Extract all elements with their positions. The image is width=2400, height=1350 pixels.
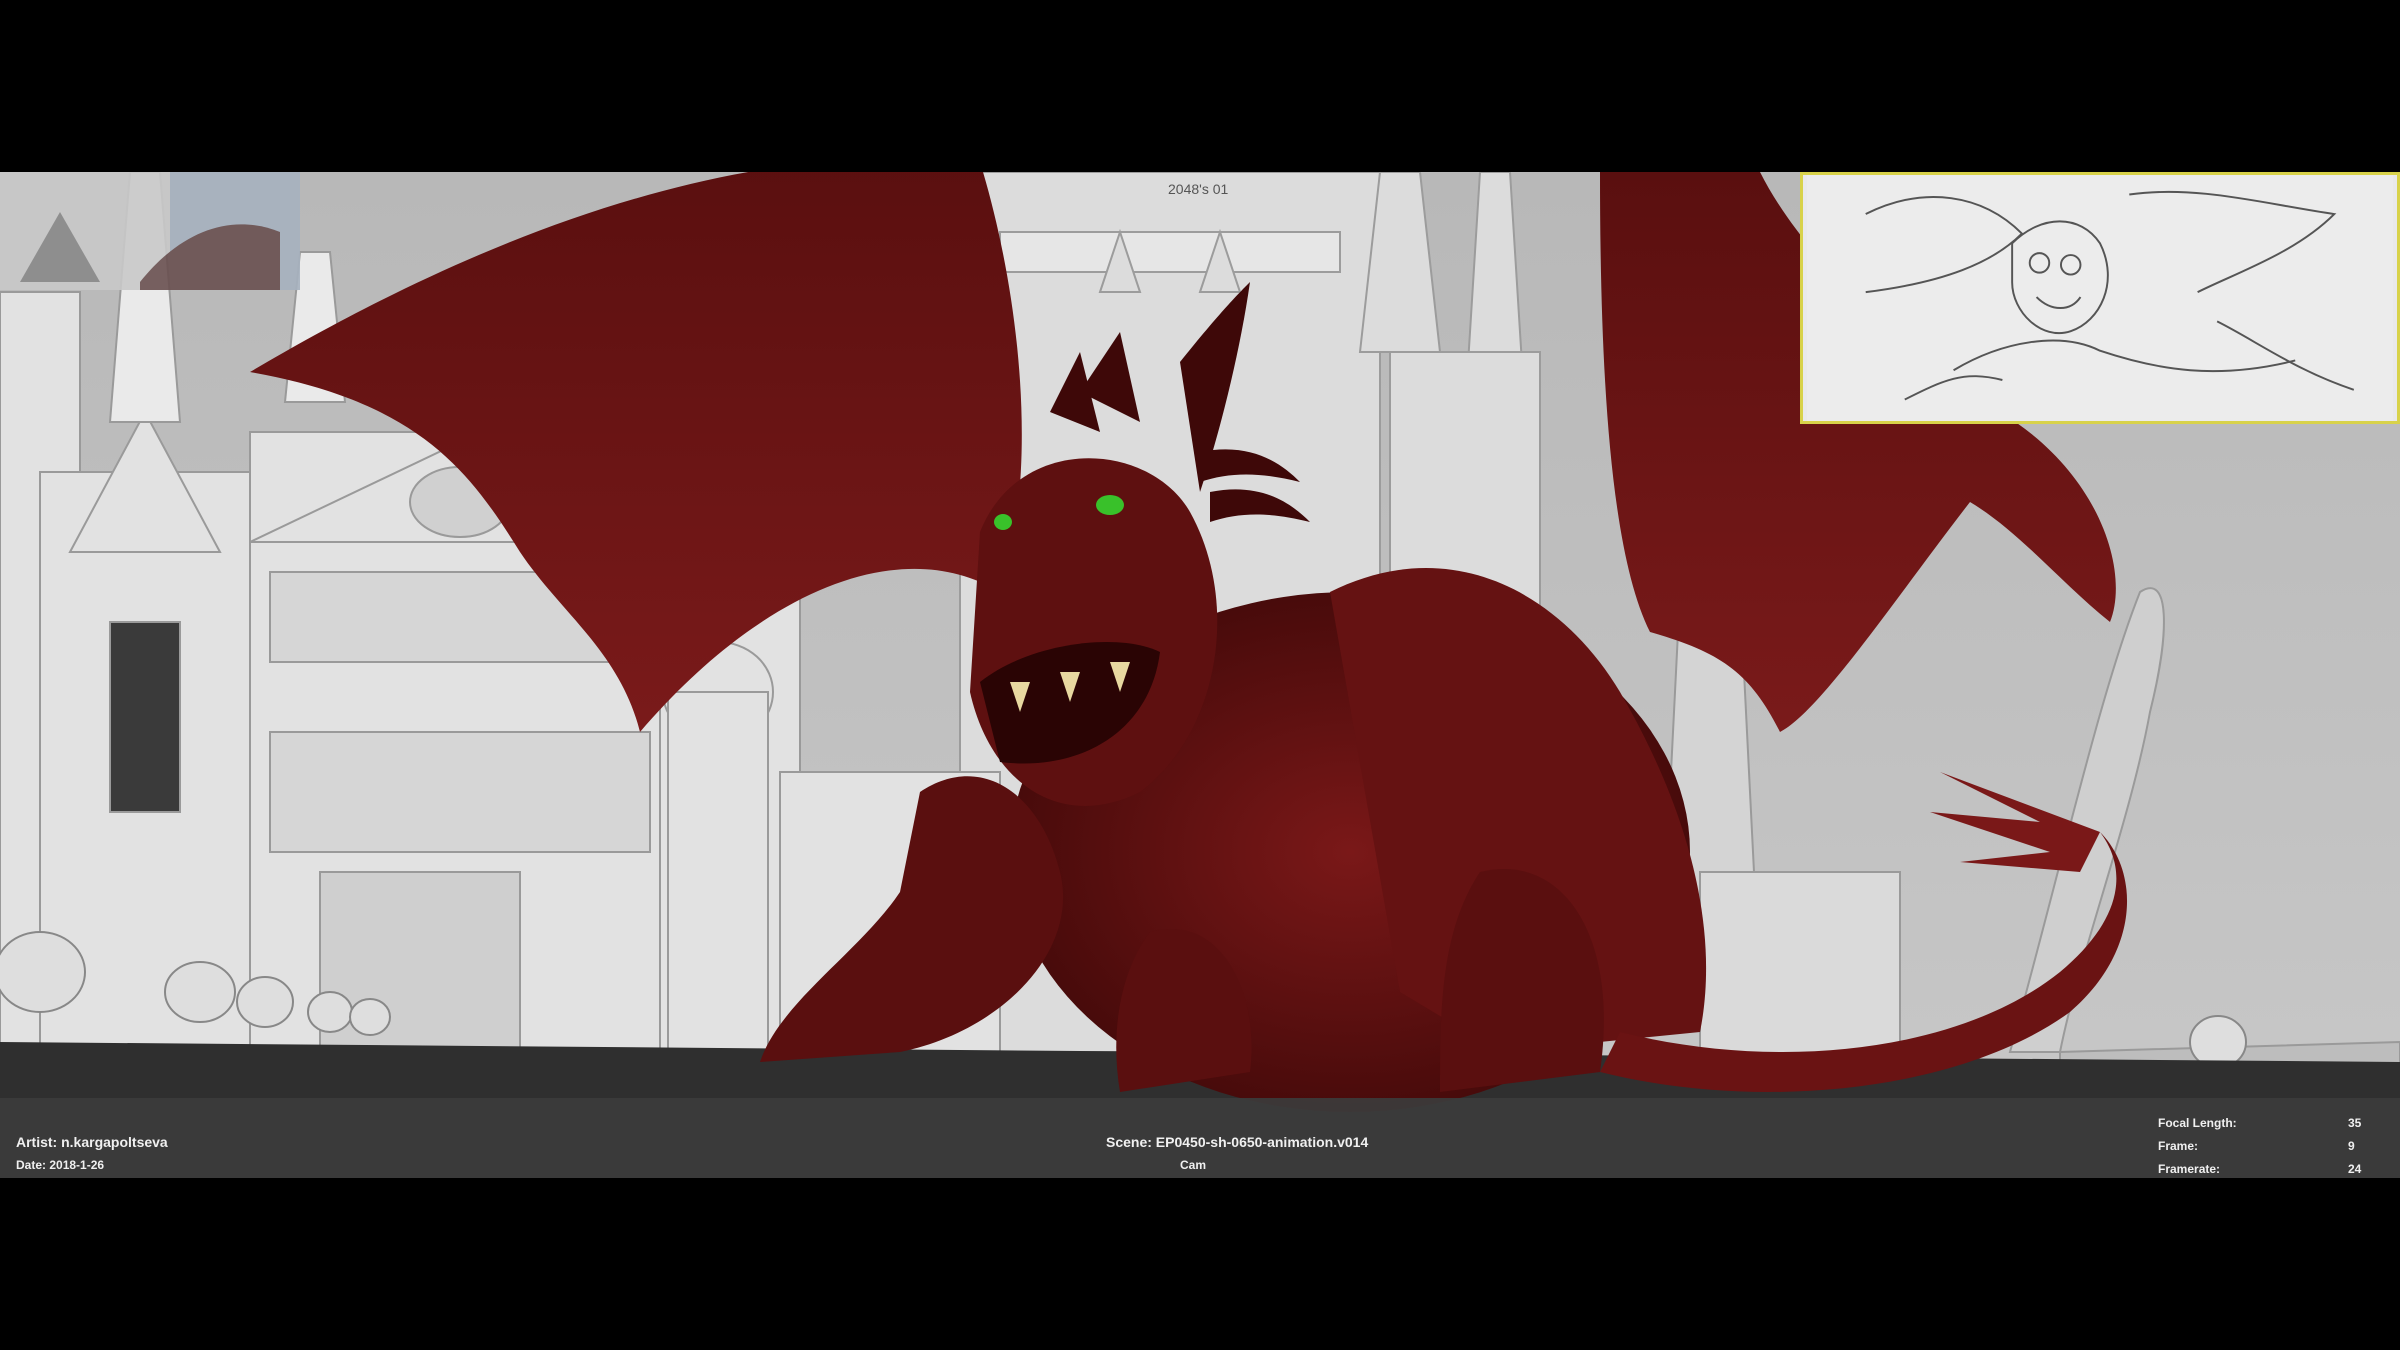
building-label: 2048's 01 xyxy=(1168,181,1228,197)
dragon-eye-right xyxy=(1096,495,1124,515)
date-label: Date: 2018-1-26 xyxy=(16,1158,105,1172)
stat-value: 9 xyxy=(2348,1139,2355,1153)
hud-bar: Artist: n.kargapoltseva Date: 2018-1-26 … xyxy=(0,1098,2400,1178)
reference-thumbnail xyxy=(0,172,300,290)
video-frame: 2048's 01 Artist: n.kargapoltseva Date: … xyxy=(0,0,2400,1350)
scene-label: Scene: EP0450-sh-0650-animation.v014 xyxy=(1106,1134,1369,1150)
stat-label: Focal Length: xyxy=(2158,1116,2237,1130)
storyboard-overlay xyxy=(1800,172,2400,424)
letterbox-bottom xyxy=(0,1178,2400,1350)
letterbox-top xyxy=(0,0,2400,172)
stat-value: 35 xyxy=(2348,1116,2362,1130)
artist-label: Artist: n.kargapoltseva xyxy=(16,1134,168,1150)
camera-label: Cam xyxy=(1180,1158,1207,1172)
stat-frame: Frame: 9 xyxy=(2158,1135,2388,1158)
stat-label: Frame: xyxy=(2158,1139,2199,1153)
camera-stats: Focal Length: 35 Frame: 9 Framerate: 24 xyxy=(2158,1112,2388,1181)
dragon-eye-left xyxy=(994,514,1012,530)
stat-focal-length: Focal Length: 35 xyxy=(2158,1112,2388,1135)
